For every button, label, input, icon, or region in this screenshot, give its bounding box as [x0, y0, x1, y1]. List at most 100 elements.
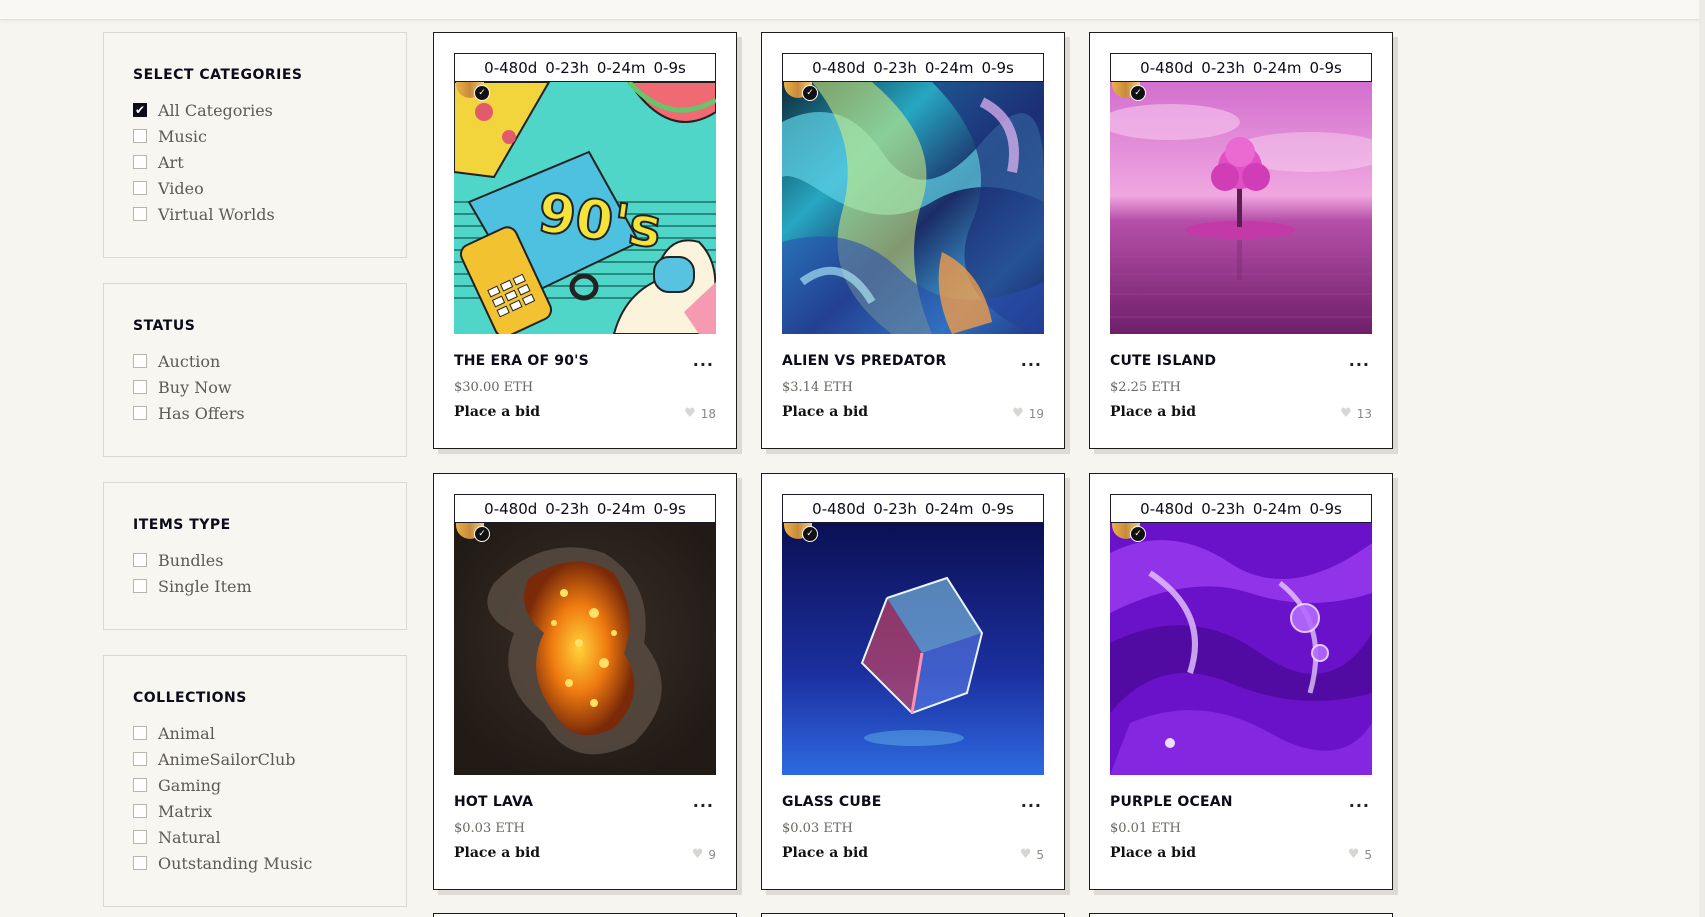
check-badge-icon: ✓ — [1130, 85, 1146, 101]
filter-option-label: Matrix — [158, 801, 213, 821]
like-count[interactable]: ♥ 19 — [1012, 406, 1044, 421]
checkbox[interactable] — [133, 181, 147, 195]
filter-option-natural[interactable]: Natural — [133, 827, 221, 847]
nft-card-purple-ocean[interactable]: 0-480d 0-23h 0-24m 0-9s ✓ Purple Ocean ... … — [1089, 473, 1393, 890]
checkbox[interactable] — [133, 830, 147, 844]
countdown-timer: 0-480d 0-23h 0-24m 0-9s — [454, 53, 716, 82]
countdown-hours: 0-23h — [545, 499, 589, 518]
ellipsis-icon[interactable]: ... — [693, 351, 714, 370]
filter-option-label: Animal — [158, 723, 215, 743]
nft-title[interactable]: Cute Island — [1110, 353, 1216, 369]
nft-title[interactable]: The Era of 90's — [454, 353, 589, 369]
checkbox[interactable] — [133, 207, 147, 221]
checkbox[interactable] — [133, 380, 147, 394]
countdown-timer: 0-480d 0-23h 0-24m 0-9s — [782, 494, 1044, 523]
nft-artwork-image[interactable] — [1110, 82, 1372, 334]
filter-option-has-offers[interactable]: Has Offers — [133, 403, 245, 423]
nft-title[interactable]: Glass Cube — [782, 794, 882, 810]
filter-option-label: Art — [158, 152, 184, 172]
top-header-bar — [0, 0, 1705, 20]
filter-option-single-item[interactable]: Single Item — [133, 576, 252, 596]
filter-option-music[interactable]: Music — [133, 126, 207, 146]
ellipsis-icon[interactable]: ... — [1349, 792, 1370, 811]
filter-option-outstanding-music[interactable]: Outstanding Music — [133, 853, 312, 873]
filter-option-virtual-worlds[interactable]: Virtual Worlds — [133, 204, 275, 224]
filter-option-art[interactable]: Art — [133, 152, 184, 172]
scrollbar-track[interactable] — [1699, 0, 1705, 917]
checkbox[interactable] — [133, 752, 147, 766]
ellipsis-icon[interactable]: ... — [1021, 351, 1042, 370]
countdown-days: 0-480d — [484, 58, 538, 77]
filter-option-animesailorclub[interactable]: AnimeSailorClub — [133, 749, 296, 769]
place-bid-link[interactable]: Place a bid — [782, 845, 868, 861]
checkbox[interactable] — [133, 778, 147, 792]
filter-option-label: Music — [158, 126, 207, 146]
checkbox[interactable]: ✔ — [133, 103, 147, 117]
filter-option-video[interactable]: Video — [133, 178, 204, 198]
nft-card-partial[interactable] — [433, 913, 737, 917]
heart-icon[interactable]: ♥ — [1340, 406, 1352, 421]
place-bid-link[interactable]: Place a bid — [782, 404, 868, 420]
nft-card-glass-cube[interactable]: 0-480d 0-23h 0-24m 0-9s ✓ Glass Cube ... $0… — [761, 473, 1065, 890]
nft-title[interactable]: Hot Lava — [454, 794, 533, 810]
nft-artwork-image[interactable] — [782, 523, 1044, 775]
filter-option-bundles[interactable]: Bundles — [133, 550, 223, 570]
nft-title[interactable]: Alien vs Predator — [782, 353, 947, 369]
countdown-days: 0-480d — [484, 499, 538, 518]
checkbox[interactable] — [133, 354, 147, 368]
heart-icon[interactable]: ♥ — [1012, 406, 1024, 421]
nft-price: $0.01 ETH — [1110, 821, 1181, 836]
filter-option-all-categories[interactable]: ✔ All Categories — [133, 100, 273, 120]
like-count[interactable]: ♥ 18 — [684, 406, 716, 421]
checkbox[interactable] — [133, 579, 147, 593]
place-bid-link[interactable]: Place a bid — [1110, 845, 1196, 861]
place-bid-link[interactable]: Place a bid — [454, 845, 540, 861]
nft-card-hot-lava[interactable]: 0-480d 0-23h 0-24m 0-9s ✓ Hot Lava ... $0.0… — [433, 473, 737, 890]
checkbox[interactable] — [133, 726, 147, 740]
countdown-seconds: 0-9s — [981, 58, 1014, 77]
filter-option-animal[interactable]: Animal — [133, 723, 215, 743]
filter-option-auction[interactable]: Auction — [133, 351, 220, 371]
filter-option-label: Natural — [158, 827, 221, 847]
nft-artwork-image[interactable]: 90's — [454, 82, 716, 334]
checkbox[interactable] — [133, 406, 147, 420]
countdown-hours: 0-23h — [873, 58, 917, 77]
filter-option-gaming[interactable]: Gaming — [133, 775, 221, 795]
nft-card-partial[interactable] — [761, 913, 1065, 917]
nft-price: $30.00 ETH — [454, 380, 534, 395]
place-bid-link[interactable]: Place a bid — [454, 404, 540, 420]
like-count[interactable]: ♥ 5 — [1020, 847, 1044, 862]
checkbox[interactable] — [133, 129, 147, 143]
nft-artwork-image[interactable] — [1110, 523, 1372, 775]
nft-card-the-era-of-90s[interactable]: 0-480d 0-23h 0-24m 0-9s 90's ✓ THE ERA O… — [433, 32, 737, 449]
filter-option-buy-now[interactable]: Buy Now — [133, 377, 232, 397]
place-bid-link[interactable]: Place a bid — [1110, 404, 1196, 420]
heart-icon[interactable]: ♥ — [1020, 847, 1032, 862]
nft-card-alien-vs-predator[interactable]: 0-480d 0-23h 0-24m 0-9s ✓ Alien vs Predator… — [761, 32, 1065, 449]
nft-card-cute-island[interactable]: 0-480d 0-23h 0-24m 0-9s ✓ Cute Island . — [1089, 32, 1393, 449]
ellipsis-icon[interactable]: ... — [693, 792, 714, 811]
nft-artwork-image[interactable] — [782, 82, 1044, 334]
ellipsis-icon[interactable]: ... — [1349, 351, 1370, 370]
like-count[interactable]: ♥ 13 — [1340, 406, 1372, 421]
check-badge-icon: ✓ — [474, 526, 490, 542]
like-count-value: 9 — [708, 847, 716, 862]
like-count[interactable]: ♥ 5 — [1348, 847, 1372, 862]
nft-card-partial[interactable] — [1089, 913, 1393, 917]
countdown-minutes: 0-24m — [1252, 58, 1302, 77]
filter-option-label: Auction — [158, 351, 221, 371]
checkbox[interactable] — [133, 856, 147, 870]
nft-title[interactable]: Purple Ocean — [1110, 794, 1233, 810]
filter-option-label: AnimeSailorClub — [158, 749, 296, 769]
nft-artwork-image[interactable] — [454, 523, 716, 775]
heart-icon[interactable]: ♥ — [1348, 847, 1360, 862]
filter-option-matrix[interactable]: Matrix — [133, 801, 212, 821]
checkbox[interactable] — [133, 804, 147, 818]
countdown-hours: 0-23h — [1201, 499, 1245, 518]
checkbox[interactable] — [133, 155, 147, 169]
heart-icon[interactable]: ♥ — [692, 847, 704, 862]
like-count[interactable]: ♥ 9 — [692, 847, 716, 862]
heart-icon[interactable]: ♥ — [684, 406, 696, 421]
checkbox[interactable] — [133, 553, 147, 567]
ellipsis-icon[interactable]: ... — [1021, 792, 1042, 811]
